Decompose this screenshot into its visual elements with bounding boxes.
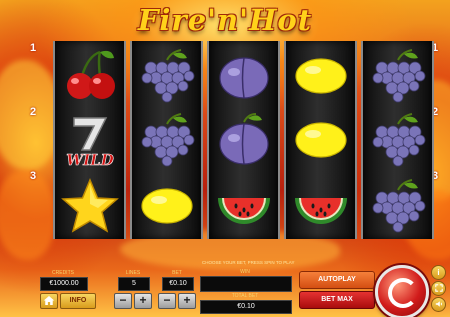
autoplay-button[interactable]: AUTOPLAY [299, 271, 375, 289]
lines-label: LINES [125, 270, 141, 276]
plum-icon [218, 113, 269, 165]
symbol-watermelon [286, 173, 355, 239]
symbol-grapes [132, 107, 201, 173]
bet-max-button[interactable]: BET MAX [299, 291, 375, 309]
info-circle-button[interactable]: i [431, 265, 446, 280]
total-bet-label: TOTAL BET [231, 293, 259, 299]
bet-value: €0.10 [162, 277, 194, 291]
win-label: WIN [240, 269, 250, 275]
symbol-star [55, 173, 124, 239]
status-message: CHOOSE YOUR BET, PRESS SPIN TO PLAY [202, 260, 295, 265]
payline-marker: 1 [30, 42, 37, 54]
credits-value: €1000.00 [40, 277, 88, 291]
symbol-grapes [363, 107, 432, 173]
bet-decrease-button[interactable]: − [158, 293, 176, 309]
reel-5 [361, 41, 434, 239]
reels-area: WILD [53, 41, 434, 239]
lemon-icon [140, 188, 193, 224]
cherry-icon [66, 50, 115, 99]
watermelon-icon [217, 198, 270, 224]
payline-marker: 3 [30, 170, 37, 182]
symbol-lemon [286, 107, 355, 173]
game-logo: Fire'n'Hot [137, 3, 313, 37]
lines-decrease-button[interactable]: − [114, 293, 132, 309]
reel-3 [207, 41, 280, 239]
credits-label: CREDITS [52, 270, 74, 276]
reel-2 [130, 41, 203, 239]
sound-icon [435, 301, 442, 307]
symbol-wild-seven: WILD [55, 107, 124, 173]
symbol-plum [209, 107, 278, 173]
lines-increase-button[interactable]: + [134, 293, 152, 309]
spin-arrow-icon [388, 278, 418, 308]
symbol-cherry [55, 43, 124, 109]
payline-marker: 2 [30, 106, 37, 118]
total-bet-value: €0.10 [200, 300, 292, 314]
reel-4 [284, 41, 357, 239]
payline-markers-left: 1 2 3 [30, 42, 54, 237]
grapes-icon [141, 113, 194, 167]
grapes-icon [372, 113, 425, 167]
control-panel: CREDITS €1000.00 LINES 5 BET €0.10 INFO … [36, 257, 450, 317]
game-screen: Fire'n'Hot 1 2 3 1 2 3 WILD CREDITS €100… [0, 0, 450, 317]
symbol-grapes [363, 43, 432, 109]
fullscreen-icon [434, 284, 443, 292]
grapes-icon [372, 49, 425, 103]
payline-markers-right: 1 2 3 [432, 42, 450, 237]
grapes-icon [372, 179, 425, 233]
lines-value: 5 [118, 277, 150, 291]
reel-1: WILD [53, 41, 126, 239]
plum-icon [218, 57, 269, 99]
watermelon-icon [294, 198, 347, 224]
lemon-icon [294, 122, 347, 158]
home-button[interactable] [40, 293, 58, 309]
star-icon [60, 178, 119, 233]
spin-button[interactable] [375, 265, 429, 317]
symbol-lemon [132, 173, 201, 239]
bet-increase-button[interactable]: + [178, 293, 196, 309]
wild-label: WILD [66, 151, 113, 169]
seven-wild-icon: WILD [65, 117, 114, 169]
home-icon [43, 296, 55, 305]
fullscreen-button[interactable] [431, 281, 446, 296]
sound-button[interactable] [431, 297, 446, 312]
grapes-icon [141, 49, 194, 103]
info-button[interactable]: INFO [60, 293, 96, 309]
symbol-grapes [132, 43, 201, 109]
symbol-plum [209, 43, 278, 109]
symbol-watermelon [209, 173, 278, 239]
win-value [200, 276, 292, 292]
symbol-lemon [286, 43, 355, 109]
symbol-grapes [363, 173, 432, 239]
bet-label: BET [172, 270, 182, 276]
lemon-icon [294, 58, 347, 94]
